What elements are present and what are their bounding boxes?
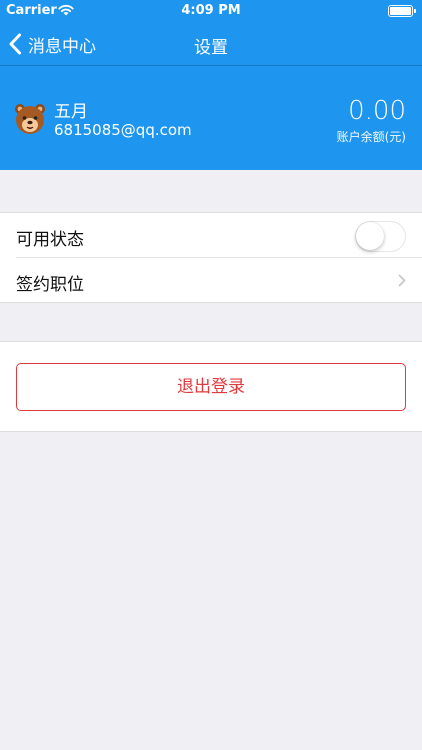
header-panel: Carrier 4:09 PM 消息中心 设置 五月 6815085@qq.co… — [0, 0, 422, 170]
page-title: 设置 — [194, 38, 228, 58]
navigation-bar: 消息中心 设置 — [0, 22, 422, 66]
nav-divider — [0, 65, 422, 66]
battery-icon — [388, 5, 416, 17]
user-name: 五月 — [54, 102, 88, 122]
available-status-row: 可用状态 — [0, 213, 422, 258]
available-status-label: 可用状态 — [16, 230, 84, 250]
chevron-right-icon — [398, 274, 406, 287]
logout-group: 退出登录 — [0, 341, 422, 432]
status-time: 4:09 PM — [181, 3, 241, 18]
toggle-knob — [356, 222, 384, 250]
logout-button[interactable]: 退出登录 — [16, 363, 406, 411]
settings-group: 可用状态 签约职位 — [0, 212, 422, 303]
contract-position-label: 签约职位 — [16, 275, 84, 295]
status-bar: Carrier 4:09 PM — [0, 0, 422, 22]
balance-value: 0.00 — [348, 96, 406, 126]
bear-avatar-icon — [15, 104, 45, 134]
user-email: 6815085@qq.com — [54, 121, 192, 139]
balance-label: 账户余额(元) — [336, 130, 406, 144]
available-status-toggle[interactable] — [355, 221, 406, 252]
contract-position-row[interactable]: 签约职位 — [0, 258, 422, 303]
